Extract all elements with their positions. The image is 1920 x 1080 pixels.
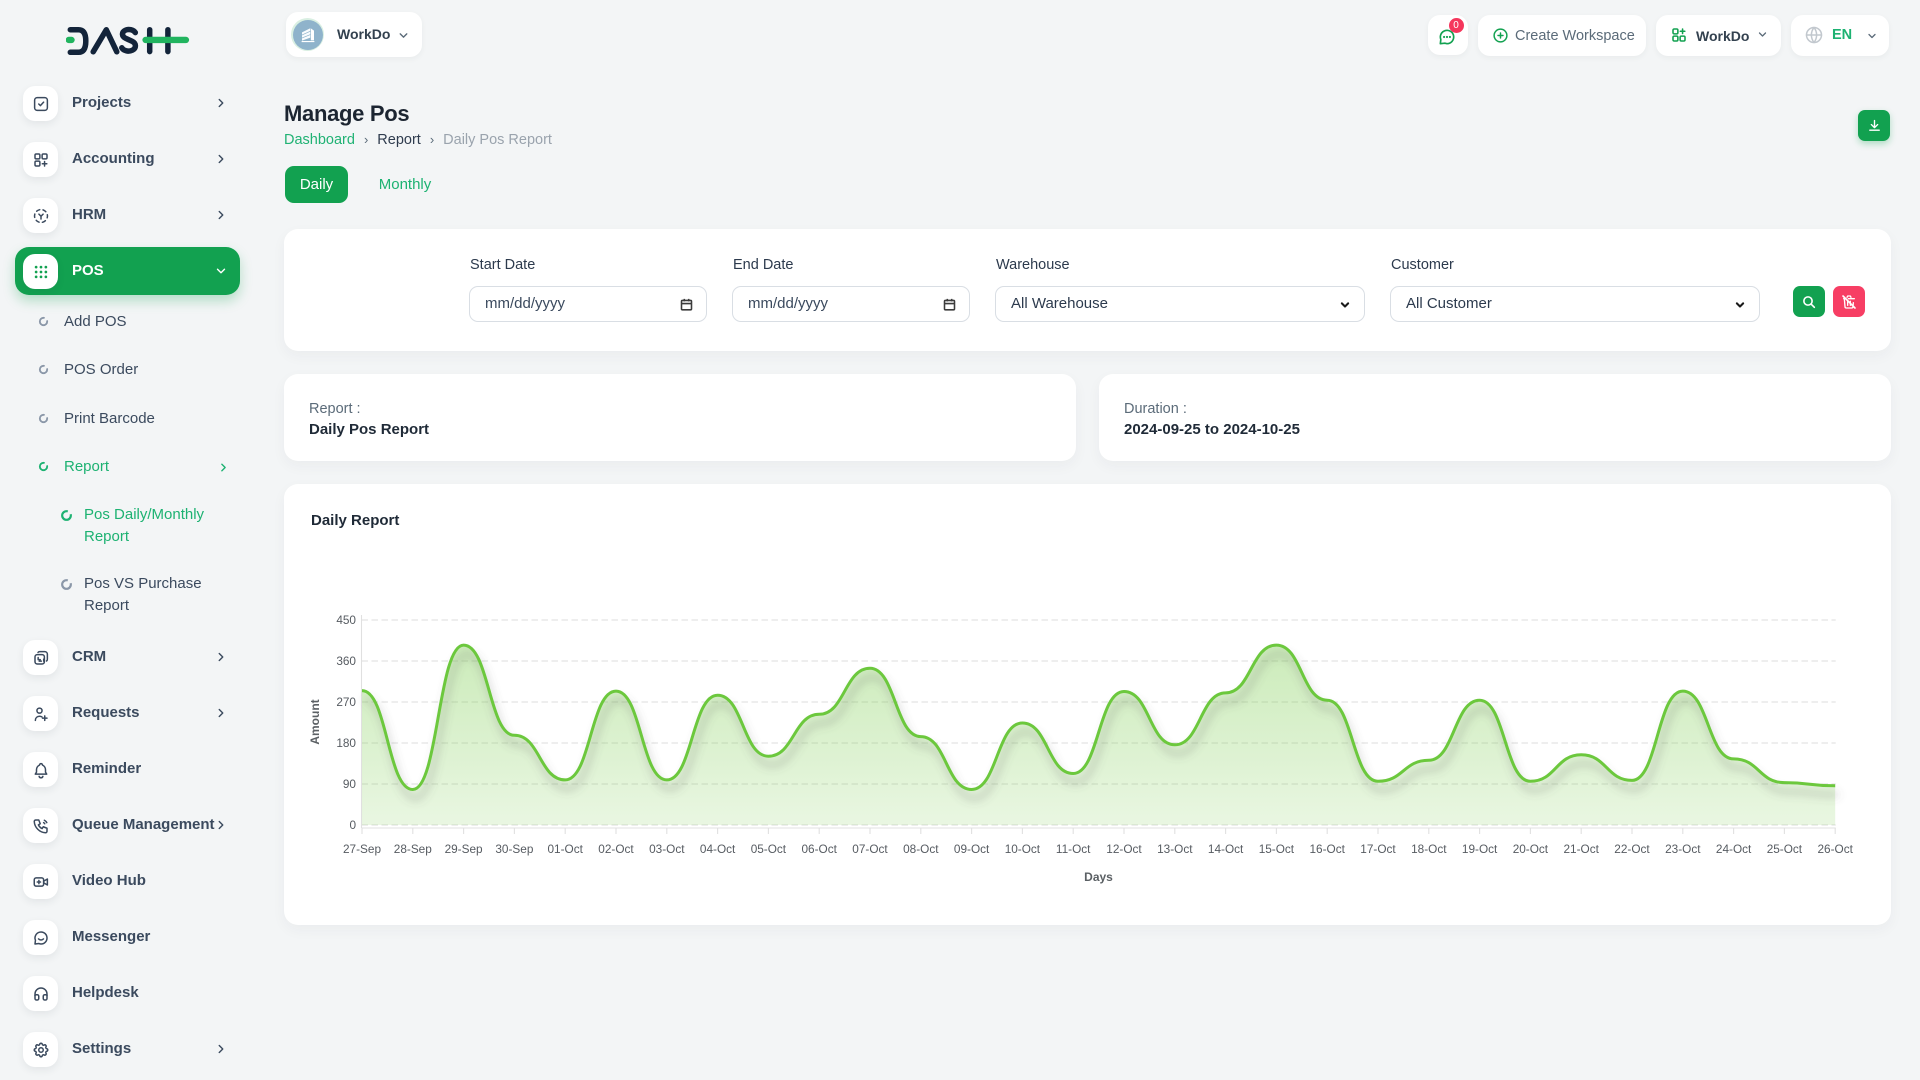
svg-text:360: 360 bbox=[336, 654, 356, 668]
svg-text:11-Oct: 11-Oct bbox=[1056, 842, 1091, 856]
svg-text:180: 180 bbox=[336, 736, 356, 750]
svg-text:18-Oct: 18-Oct bbox=[1411, 842, 1447, 856]
svg-text:14-Oct: 14-Oct bbox=[1208, 842, 1244, 856]
svg-text:29-Sep: 29-Sep bbox=[445, 842, 483, 856]
svg-text:270: 270 bbox=[336, 695, 356, 709]
svg-text:03-Oct: 03-Oct bbox=[649, 842, 685, 856]
svg-text:27-Sep: 27-Sep bbox=[343, 842, 381, 856]
svg-text:04-Oct: 04-Oct bbox=[700, 842, 736, 856]
svg-text:28-Sep: 28-Sep bbox=[394, 842, 432, 856]
svg-text:17-Oct: 17-Oct bbox=[1360, 842, 1396, 856]
svg-text:19-Oct: 19-Oct bbox=[1462, 842, 1498, 856]
svg-text:30-Sep: 30-Sep bbox=[495, 842, 533, 856]
svg-text:21-Oct: 21-Oct bbox=[1563, 842, 1599, 856]
svg-text:01-Oct: 01-Oct bbox=[547, 842, 583, 856]
svg-text:450: 450 bbox=[336, 613, 356, 627]
svg-text:09-Oct: 09-Oct bbox=[954, 842, 990, 856]
svg-text:12-Oct: 12-Oct bbox=[1106, 842, 1142, 856]
svg-text:24-Oct: 24-Oct bbox=[1716, 842, 1752, 856]
svg-text:02-Oct: 02-Oct bbox=[598, 842, 634, 856]
svg-text:0: 0 bbox=[349, 818, 356, 832]
svg-text:23-Oct: 23-Oct bbox=[1665, 842, 1701, 856]
svg-text:25-Oct: 25-Oct bbox=[1767, 842, 1803, 856]
svg-text:Days: Days bbox=[1084, 870, 1113, 884]
svg-text:07-Oct: 07-Oct bbox=[852, 842, 888, 856]
svg-text:05-Oct: 05-Oct bbox=[751, 842, 787, 856]
svg-text:Amount: Amount bbox=[308, 699, 322, 744]
svg-text:22-Oct: 22-Oct bbox=[1614, 842, 1650, 856]
svg-text:10-Oct: 10-Oct bbox=[1005, 842, 1041, 856]
svg-text:15-Oct: 15-Oct bbox=[1259, 842, 1295, 856]
svg-text:20-Oct: 20-Oct bbox=[1513, 842, 1549, 856]
svg-text:26-Oct: 26-Oct bbox=[1817, 842, 1853, 856]
svg-text:08-Oct: 08-Oct bbox=[903, 842, 939, 856]
svg-text:06-Oct: 06-Oct bbox=[801, 842, 837, 856]
svg-text:90: 90 bbox=[343, 777, 357, 791]
svg-text:16-Oct: 16-Oct bbox=[1309, 842, 1345, 856]
svg-text:13-Oct: 13-Oct bbox=[1157, 842, 1193, 856]
